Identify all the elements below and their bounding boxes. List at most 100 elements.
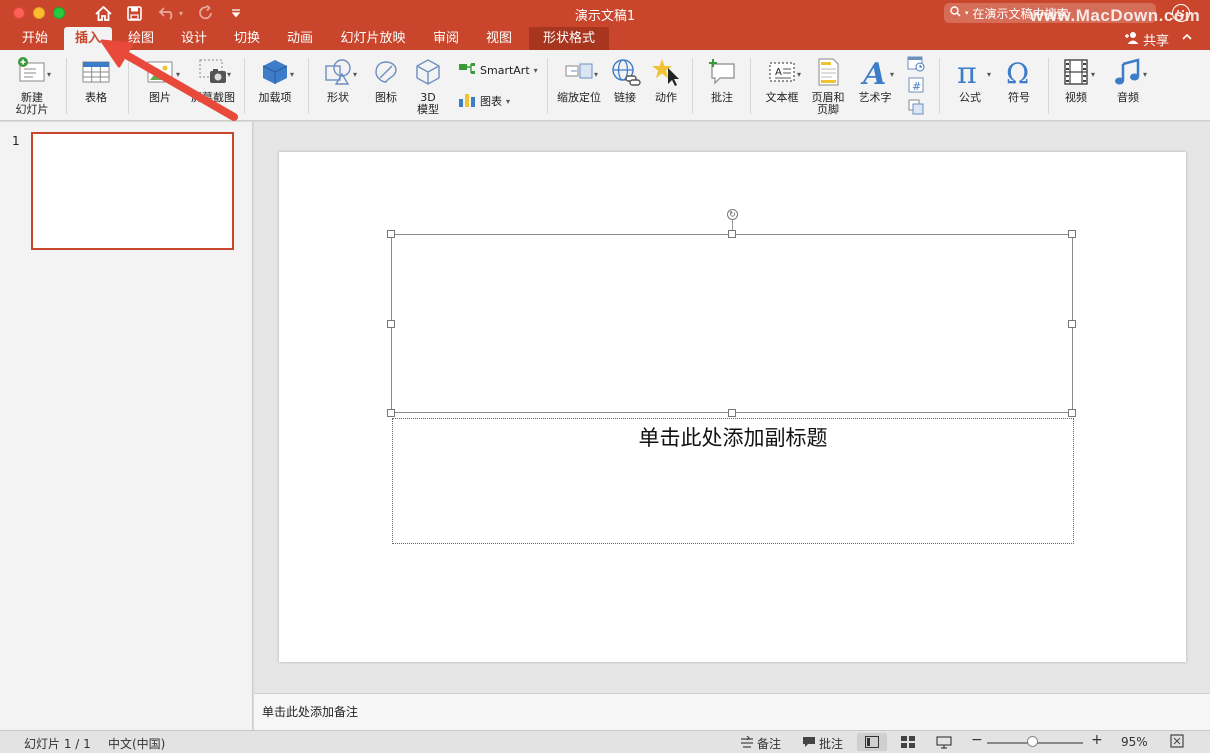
resize-handle-bottom[interactable] [728,409,736,417]
notes-pane[interactable]: 单击此处添加备注 [254,693,1210,730]
zoom-label: 缩放定位 [557,91,601,104]
textbox-button[interactable]: A 文本框 [760,56,804,104]
resize-handle-left[interactable] [387,320,395,328]
header-footer-icon [812,56,844,88]
tab-shape-format[interactable]: 形状格式 [529,27,609,50]
wordart-button[interactable]: A 艺术字 [853,56,897,104]
audio-button[interactable]: 音频 [1108,56,1148,104]
tab-insert[interactable]: 插入 [64,27,112,50]
resize-handle-bottom-left[interactable] [387,409,395,417]
redo-icon[interactable] [196,3,216,23]
tab-home[interactable]: 开始 [13,27,57,50]
equation-dropdown-icon[interactable]: ▾ [987,70,991,79]
picture-button[interactable]: 图片 [138,56,182,104]
tab-transitions[interactable]: 切换 [225,27,269,50]
slide-sorter-button[interactable] [893,733,923,751]
screenshot-dropdown-icon[interactable]: ▾ [227,70,231,79]
resize-handle-top-right[interactable] [1068,230,1076,238]
shapes-button[interactable]: 形状 [318,56,358,104]
zoom-slider-knob[interactable] [1027,736,1038,747]
app-window: ▾ 演示文稿1 ▾ 在演示文稿中搜索 www.MacDown.com 开始 插入… [0,0,1210,753]
chart-button[interactable]: 图表 ▾ [458,92,510,110]
comment-button[interactable]: 批注 [702,56,742,104]
zoom-in-icon[interactable]: + [1091,732,1103,748]
ribbon-separator [692,58,693,114]
home-icon[interactable] [93,3,113,23]
tab-draw[interactable]: 绘图 [119,27,163,50]
icons-label: 图标 [375,91,397,104]
minimize-window-button[interactable] [33,7,45,19]
pi-icon: π [954,56,986,91]
action-button[interactable]: 动作 [648,56,684,104]
smartart-button[interactable]: SmartArt ▾ [458,62,538,79]
fit-to-window-icon[interactable] [1170,734,1184,748]
picture-dropdown-icon[interactable]: ▾ [176,70,180,79]
addins-label: 加载项 [258,91,292,104]
language-indicator[interactable]: 中文(中国) [108,735,165,752]
undo-icon[interactable]: ▾ [156,3,186,23]
zoom-dropdown-icon[interactable]: ▾ [594,70,598,79]
icons-button[interactable]: 图标 [366,56,406,104]
tab-animations[interactable]: 动画 [278,27,322,50]
share-label: 共享 [1143,34,1170,49]
add-person-icon [1124,31,1140,48]
shapes-dropdown-icon[interactable]: ▾ [353,70,357,79]
normal-view-button[interactable] [857,733,887,751]
addins-dropdown-icon[interactable]: ▾ [290,70,294,79]
customize-toolbar-icon[interactable] [228,3,244,23]
header-footer-button[interactable]: 页眉和 页脚 [807,56,849,116]
object-icon[interactable] [907,98,925,116]
tab-view[interactable]: 视图 [477,27,521,50]
resize-handle-top[interactable] [728,230,736,238]
audio-dropdown-icon[interactable]: ▾ [1143,70,1147,79]
zoom-window-button[interactable] [53,7,65,19]
resize-handle-top-left[interactable] [387,230,395,238]
new-slide-button[interactable]: 新建 幻灯片 [8,56,56,116]
save-icon[interactable] [124,3,144,23]
date-time-icon[interactable] [907,54,925,72]
zoom-out-icon[interactable]: − [971,732,983,748]
slide-number-icon[interactable]: # [907,76,925,94]
title-placeholder[interactable] [391,234,1073,413]
new-slide-dropdown-icon[interactable]: ▾ [47,70,51,79]
video-button[interactable]: 视频 [1056,56,1096,104]
table-button[interactable]: 表格 [74,56,118,104]
close-window-button[interactable] [13,7,25,19]
action-star-icon [650,56,682,88]
slide-thumbnail[interactable] [31,132,234,250]
3d-model-button[interactable]: 3D 模型 [410,56,446,116]
chart-dropdown-icon[interactable]: ▾ [506,97,510,106]
wordart-dropdown-icon[interactable]: ▾ [890,70,894,79]
link-button[interactable]: 链接 [607,56,643,104]
music-note-icon [1112,56,1144,88]
screenshot-button[interactable]: 屏幕截图 [187,56,239,104]
collapse-ribbon-icon[interactable] [1182,30,1192,44]
slideshow-button[interactable] [929,733,959,751]
comments-toggle-button[interactable]: 批注 [802,735,843,752]
search-dropdown-icon: ▾ [965,9,969,17]
notes-toggle-button[interactable]: 备注 [740,735,781,752]
screenshot-label: 屏幕截图 [191,91,235,104]
zoom-level[interactable]: 95% [1121,735,1148,749]
symbol-button[interactable]: Ω 符号 [999,56,1039,104]
subtitle-placeholder[interactable]: 单击此处添加副标题 [392,418,1074,544]
smartart-dropdown-icon[interactable]: ▾ [534,66,538,75]
zoom-button[interactable]: 缩放定位 [555,56,603,104]
tab-slideshow[interactable]: 幻灯片放映 [331,27,415,50]
feedback-smiley-icon[interactable] [1172,4,1190,22]
tab-design[interactable]: 设计 [172,27,216,50]
picture-icon [144,56,176,88]
equation-button[interactable]: π 公式 [950,56,990,104]
search-box[interactable]: ▾ 在演示文稿中搜索 [944,3,1156,23]
search-icon [950,6,961,20]
smartart-label: SmartArt [480,64,530,77]
resize-handle-right[interactable] [1068,320,1076,328]
textbox-dropdown-icon[interactable]: ▾ [797,70,801,79]
tab-review[interactable]: 审阅 [424,27,468,50]
share-button[interactable]: 共享 [1124,30,1169,49]
resize-handle-bottom-right[interactable] [1068,409,1076,417]
title-bar: ▾ 演示文稿1 ▾ 在演示文稿中搜索 www.MacDown.com [0,0,1210,27]
video-dropdown-icon[interactable]: ▾ [1091,70,1095,79]
rotate-handle-icon[interactable]: ↻ [727,209,738,220]
addins-button[interactable]: 加载项 [252,56,298,104]
